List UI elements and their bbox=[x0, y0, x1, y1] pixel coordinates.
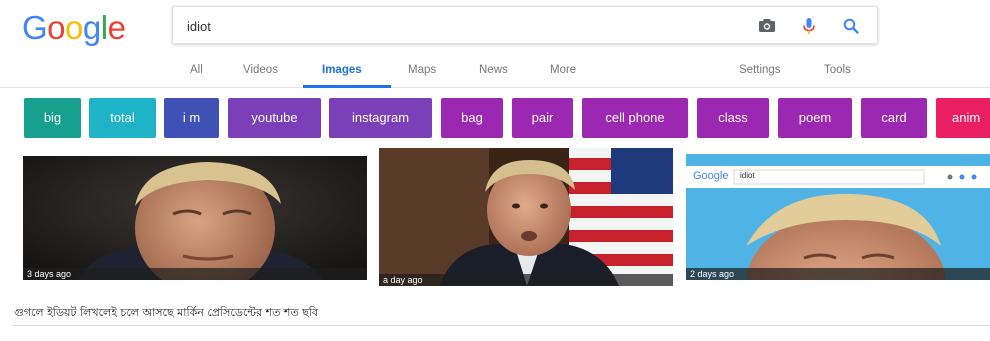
active-tab-indicator bbox=[303, 85, 391, 88]
tab-images[interactable]: Images bbox=[322, 64, 362, 76]
chip-i-m[interactable]: i m bbox=[164, 98, 219, 138]
image-result-photo bbox=[379, 148, 673, 286]
logo-letter: o bbox=[47, 9, 66, 46]
image-result-photo bbox=[23, 156, 367, 280]
chip-bag[interactable]: bag bbox=[441, 98, 503, 138]
logo-letter: g bbox=[82, 9, 101, 46]
image-age-bar bbox=[23, 268, 367, 280]
search-box bbox=[172, 6, 878, 44]
tab-videos[interactable]: Videos bbox=[243, 64, 278, 76]
image-age: a day ago bbox=[383, 275, 423, 285]
image-age-bar bbox=[379, 274, 673, 286]
tab-tools[interactable]: Tools bbox=[824, 64, 851, 76]
image-result[interactable]: 3 days ago bbox=[23, 156, 367, 280]
logo-letter: e bbox=[107, 9, 126, 46]
chip-class[interactable]: class bbox=[697, 98, 769, 138]
chip-total[interactable]: total bbox=[89, 98, 156, 138]
logo-letter: l bbox=[100, 9, 108, 46]
tab-settings[interactable]: Settings bbox=[739, 64, 781, 76]
tab-news[interactable]: News bbox=[479, 64, 508, 76]
tab-maps[interactable]: Maps bbox=[408, 64, 436, 76]
chip-poem[interactable]: poem bbox=[778, 98, 852, 138]
inner-search-query: idiot bbox=[740, 171, 755, 180]
google-logo[interactable]: Google bbox=[22, 9, 126, 46]
image-result-photo bbox=[686, 154, 990, 280]
microphone-icon[interactable] bbox=[799, 16, 819, 36]
tab-all[interactable]: All bbox=[190, 64, 203, 76]
logo-letter: o bbox=[65, 9, 83, 46]
chip-instagram[interactable]: instagram bbox=[329, 98, 432, 138]
image-age: 3 days ago bbox=[27, 269, 72, 279]
chip-pair[interactable]: pair bbox=[512, 98, 573, 138]
tab-more[interactable]: More bbox=[550, 64, 576, 76]
search-icon[interactable] bbox=[841, 16, 861, 36]
inner-google-logo: Google bbox=[693, 170, 729, 182]
chip-youtube[interactable]: youtube bbox=[228, 98, 321, 138]
image-result[interactable]: Google idiot 2 days ago bbox=[686, 154, 990, 280]
search-icons bbox=[757, 15, 861, 37]
chip-anim[interactable]: anim bbox=[936, 98, 990, 138]
chip-big[interactable]: big bbox=[24, 98, 81, 138]
chip-card[interactable]: card bbox=[861, 98, 927, 138]
search-tabs: All Videos Images Maps News More Setting… bbox=[0, 58, 990, 88]
logo-letter: G bbox=[22, 9, 48, 46]
search-input[interactable] bbox=[187, 16, 707, 36]
image-age: 2 days ago bbox=[690, 269, 735, 279]
news-caption: গুগলে ইডিয়ট লিখলেই চলে আসছে মার্কিন প্র… bbox=[14, 306, 319, 319]
chip-cell-phone[interactable]: cell phone bbox=[582, 98, 688, 138]
divider bbox=[12, 325, 990, 326]
image-result[interactable]: a day ago bbox=[379, 148, 673, 286]
camera-icon[interactable] bbox=[757, 16, 777, 36]
related-search-chips: big total i m youtube instagram bag pair… bbox=[24, 98, 990, 138]
